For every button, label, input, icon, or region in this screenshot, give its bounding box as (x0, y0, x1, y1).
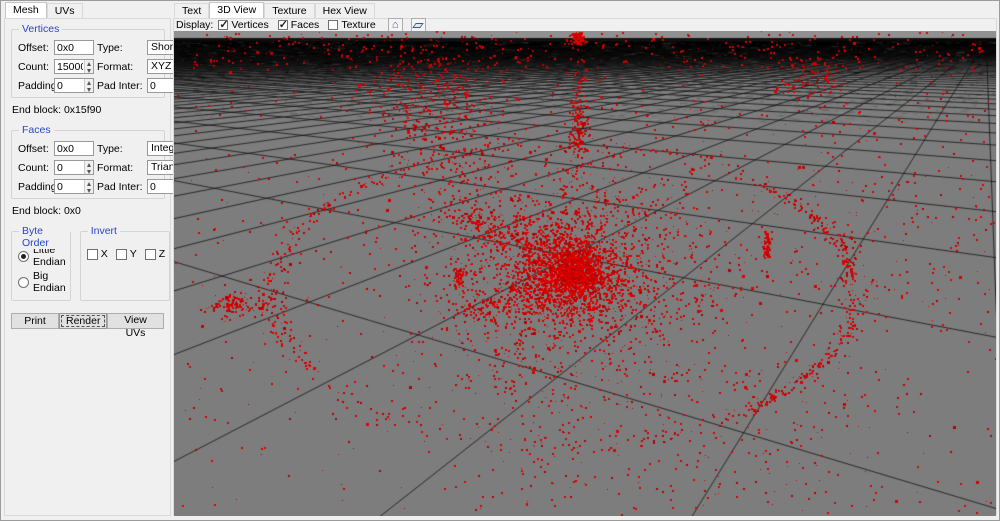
main-panel: Text 3D View Texture Hex View Display: V… (173, 2, 997, 516)
mesh-viewer-window: Mesh UVs Vertices Offset: Type: Short_si… (0, 0, 1000, 521)
vertices-count-label: Count: (18, 60, 49, 73)
faces-group: Faces Offset: Type: Integer Count: Forma… (11, 124, 203, 199)
faces-offset-label: Offset: (18, 142, 49, 155)
tab-uvs[interactable]: UVs (46, 3, 83, 18)
left-panel: Mesh UVs Vertices Offset: Type: Short_si… (4, 2, 203, 516)
home-icon: ⌂ (391, 19, 399, 31)
tab-texture[interactable]: Texture (264, 3, 315, 18)
faces-offset-input[interactable] (54, 141, 94, 156)
reset-view-button[interactable]: ⌂ (387, 18, 403, 32)
display-texture-label: Texture (341, 19, 376, 31)
display-vertices-label: Vertices (231, 19, 269, 31)
faces-end-block: End block: 0x0 (12, 205, 81, 217)
plane-icon (412, 22, 425, 28)
view-uvs-button[interactable]: View UVs (107, 313, 164, 339)
invert-x-checkbox[interactable] (86, 248, 98, 260)
invert-x-label: X (100, 248, 108, 260)
invert-y-checkbox[interactable] (115, 248, 127, 260)
vertices-offset-label: Offset: (18, 41, 49, 54)
faces-type-label: Type: (97, 142, 123, 155)
vertices-offset-input[interactable] (54, 40, 94, 55)
invert-y-label: Y (129, 248, 137, 260)
left-tabstrip: Mesh UVs (4, 2, 171, 18)
3d-viewport-canvas[interactable] (174, 31, 996, 516)
display-toolbar: Display: Vertices Faces Texture ⌂ (176, 18, 996, 32)
display-faces-label: Faces (290, 19, 320, 31)
ground-plane-button[interactable] (410, 18, 426, 32)
faces-format-label: Format: (97, 161, 134, 174)
invert-group-title: Invert (87, 225, 120, 237)
big-endian-label: Big Endian (33, 270, 66, 294)
vertices-format-value: XYZ (151, 60, 172, 72)
tab-hex-view[interactable]: Hex View (314, 3, 375, 18)
display-texture-option[interactable]: Texture (328, 19, 376, 31)
display-vertices-option[interactable]: Vertices (218, 18, 269, 31)
display-vertices-checkbox[interactable] (218, 18, 229, 31)
big-endian-radio[interactable] (18, 276, 29, 288)
vertices-group-title: Vertices (19, 23, 63, 35)
3d-view-page: Display: Vertices Faces Texture ⌂ (173, 18, 997, 516)
render-button[interactable]: Render (59, 313, 107, 329)
vertices-pad-inter-label: Pad Inter: (97, 79, 143, 92)
vertices-group: Vertices Offset: Type: Short_sig Count: … (11, 23, 203, 98)
main-tabstrip: Text 3D View Texture Hex View (173, 2, 997, 18)
vertices-format-label: Format: (97, 60, 134, 73)
invert-z-label: Z (158, 248, 166, 260)
faces-count-spinner[interactable] (84, 161, 93, 174)
tab-text[interactable]: Text (174, 3, 210, 18)
faces-pad-inter-label: Pad Inter: (97, 180, 143, 193)
print-button[interactable]: Print (11, 313, 59, 329)
mesh-tab-page: Vertices Offset: Type: Short_sig Count: … (4, 18, 203, 516)
vertices-padding-spinner[interactable] (84, 79, 93, 92)
big-endian-option[interactable]: Big Endian (18, 270, 66, 294)
invert-group: Invert X Y Z (79, 225, 171, 301)
faces-count-label: Count: (18, 161, 49, 174)
display-faces-option[interactable]: Faces (277, 18, 320, 31)
tab-3d-view[interactable]: 3D View (209, 2, 265, 18)
display-texture-checkbox[interactable] (328, 20, 339, 30)
invert-x-option[interactable]: X (86, 248, 108, 260)
vertices-end-block: End block: 0x15f90 (12, 104, 102, 116)
tab-mesh[interactable]: Mesh (5, 2, 47, 18)
invert-z-checkbox[interactable] (144, 248, 156, 260)
display-label: Display: (176, 19, 214, 31)
vertices-type-label: Type: (97, 41, 123, 54)
faces-padding-label: Padding: (18, 180, 60, 193)
faces-padding-spinner[interactable] (84, 180, 93, 193)
little-endian-radio[interactable] (18, 250, 29, 262)
vertices-padding-label: Padding: (18, 79, 60, 92)
invert-y-option[interactable]: Y (115, 248, 137, 260)
vertices-count-spinner[interactable] (84, 60, 93, 73)
invert-z-option[interactable]: Z (144, 248, 166, 260)
byte-order-group: Byte Order Little Endian Big Endian (11, 225, 71, 301)
faces-group-title: Faces (19, 124, 54, 136)
byte-order-group-title: Byte Order (19, 225, 70, 249)
display-faces-checkbox[interactable] (277, 18, 288, 31)
